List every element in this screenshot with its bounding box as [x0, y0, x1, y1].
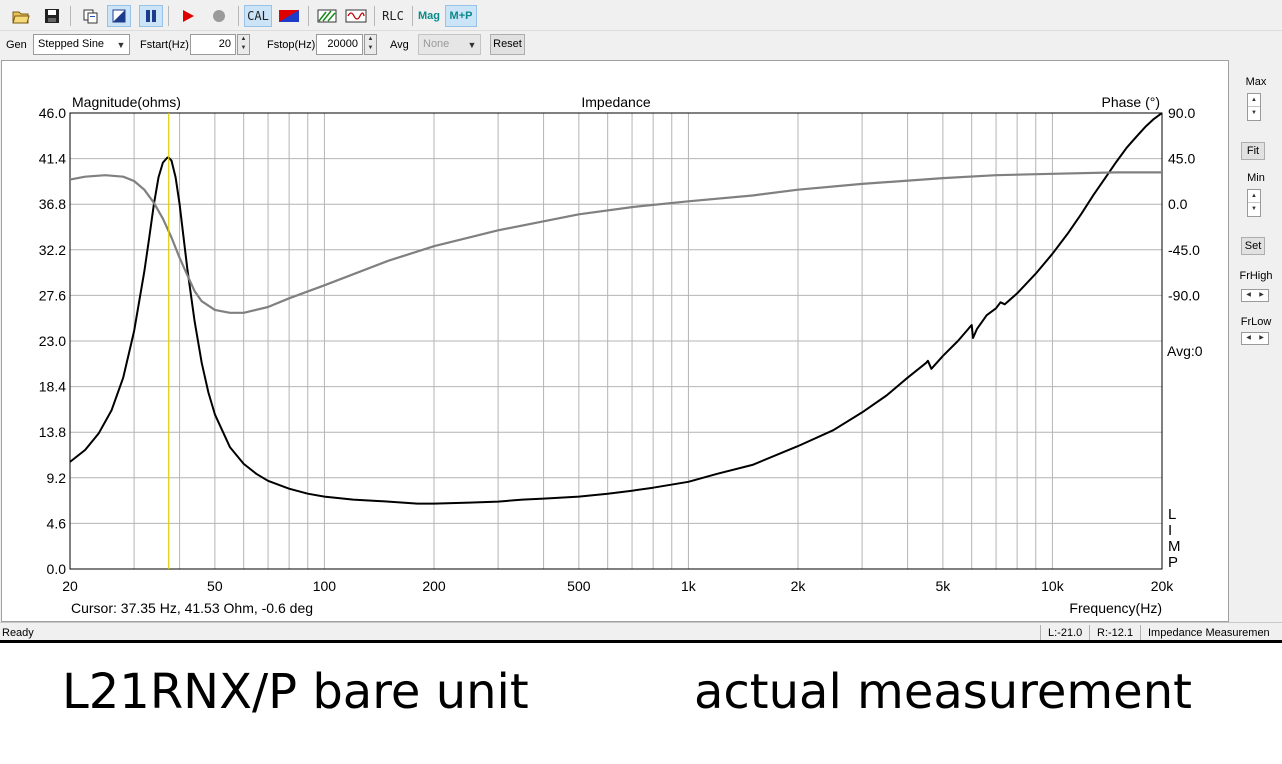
reset-button[interactable]: Reset [490, 34, 525, 55]
x-tick-label: 2k [791, 578, 807, 594]
y-tick-label: 9.2 [47, 470, 67, 486]
fstop-stepper[interactable]: ▲ ▼ [364, 34, 377, 55]
frlow-label: FrLow [1240, 316, 1272, 328]
frhigh-stepper[interactable]: ◀ ▶ [1241, 289, 1269, 302]
status-mode: Impedance Measuremen [1148, 627, 1270, 639]
color-icon[interactable] [275, 5, 303, 27]
y-tick-label: 32.2 [39, 242, 66, 258]
limp-letter: I [1168, 522, 1172, 539]
frlow-stepper[interactable]: ◀ ▶ [1241, 332, 1269, 345]
copy-icon[interactable] [78, 5, 102, 27]
chevron-down-icon: ▼ [116, 39, 126, 50]
min-stepper[interactable]: ▲ ▼ [1247, 189, 1261, 217]
impedance-chart[interactable]: 46.0 41.4 36.8 32.2 27.6 23.0 18.4 13.8 9.2 4.6 0.… [2, 61, 1228, 621]
fstop-input[interactable]: 20000 [316, 34, 363, 55]
avg-select[interactable]: None ▼ [418, 34, 481, 55]
status-bar: Ready L:-21.0 R:-12.1 Impedance Measurem… [0, 622, 1282, 642]
avg-label: Avg [390, 39, 409, 51]
gen-select[interactable]: Stepped Sine ▼ [33, 34, 130, 55]
wave-icon[interactable] [342, 5, 370, 27]
gen-value: Stepped Sine [38, 38, 105, 50]
fstart-stepper[interactable]: ▲ ▼ [237, 34, 250, 55]
y-tick-label: 0.0 [47, 561, 67, 577]
marker-icon[interactable] [107, 5, 131, 27]
cal-button[interactable]: CAL [244, 5, 272, 27]
x-tick-label: 20 [62, 578, 78, 594]
y-tick-label: 18.4 [39, 379, 66, 395]
y2-tick-label: 0.0 [1168, 196, 1188, 212]
x-axis-title: Frequency(Hz) [1069, 600, 1162, 616]
max-label: Max [1245, 76, 1267, 88]
gen-label: Gen [6, 39, 27, 51]
min-label: Min [1247, 172, 1265, 184]
x-tick-label: 200 [422, 578, 446, 594]
y2-tick-label: 90.0 [1168, 105, 1195, 121]
fstart-input[interactable]: 20 [190, 34, 236, 55]
rlc-label: RLC [382, 9, 404, 23]
x-tick-label: 50 [207, 578, 223, 594]
limp-letter: P [1168, 554, 1178, 571]
status-right-level: R:-12.1 [1097, 627, 1134, 639]
x-tick-label: 100 [313, 578, 337, 594]
set-button[interactable]: Set [1241, 237, 1265, 255]
x-tick-label: 10k [1041, 578, 1065, 594]
y-tick-label: 27.6 [39, 287, 66, 303]
y-tick-label: 41.4 [39, 151, 66, 167]
caption-left: L21RNX/P bare unit [62, 664, 529, 720]
y2-tick-label: 45.0 [1168, 151, 1195, 167]
caption-right: actual measurement [694, 664, 1192, 720]
save-icon[interactable] [40, 5, 64, 27]
avg-value: None [423, 38, 450, 50]
fit-button[interactable]: Fit [1241, 142, 1265, 160]
status-ready: Ready [2, 627, 34, 639]
y2-tick-label: -90.0 [1168, 287, 1200, 303]
open-icon[interactable] [9, 5, 33, 27]
mp-button[interactable]: M+P [445, 5, 477, 27]
y-tick-label: 46.0 [39, 105, 66, 121]
generator-bar: Gen Stepped Sine ▼ Fstart(Hz) 20 ▲ ▼ Fsto… [0, 31, 1282, 59]
x-tick-label: 500 [567, 578, 591, 594]
chevron-down-icon: ▼ [467, 39, 477, 50]
cal-label: CAL [247, 9, 269, 23]
status-left-level: L:-21.0 [1048, 627, 1083, 639]
limp-letter: M [1168, 538, 1181, 555]
play-icon[interactable] [176, 5, 200, 27]
divider [0, 640, 1282, 643]
fstart-label: Fstart(Hz) [140, 39, 189, 51]
y-tick-label: 23.0 [39, 333, 66, 349]
mp-label: M+P [449, 10, 473, 22]
cursor-readout: Cursor: 37.35 Hz, 41.53 Ohm, -0.6 deg [71, 600, 313, 616]
avg-indicator: Avg:0 [1167, 343, 1203, 359]
x-tick-label: 1k [681, 578, 697, 594]
max-stepper[interactable]: ▲ ▼ [1247, 93, 1261, 121]
mag-button[interactable]: Mag [414, 5, 444, 27]
pause-icon[interactable] [139, 5, 163, 27]
stop-icon[interactable] [207, 5, 231, 27]
x-tick-label: 5k [935, 578, 951, 594]
y2-axis-title: Phase (°) [1101, 94, 1160, 110]
y-tick-label: 36.8 [39, 196, 66, 212]
y-tick-label: 13.8 [39, 424, 66, 440]
app-window: CAL RLC Mag M+P Gen Stepped Sine ▼ Fstar… [0, 0, 1282, 643]
chart-title: Impedance [581, 94, 650, 110]
frhigh-label: FrHigh [1239, 270, 1273, 282]
mag-label: Mag [418, 10, 440, 22]
plot-area: 46.0 41.4 36.8 32.2 27.6 23.0 18.4 13.8 9.2 4.6 0.… [1, 60, 1229, 622]
rlc-button[interactable]: RLC [378, 5, 408, 27]
toolbar: CAL RLC Mag M+P [0, 0, 1282, 31]
y-tick-label: 4.6 [47, 515, 67, 531]
chart-icon[interactable] [314, 5, 340, 27]
limp-letter: L [1168, 506, 1176, 523]
y-axis-title: Magnitude(ohms) [72, 94, 181, 110]
fstop-label: Fstop(Hz) [267, 39, 316, 51]
x-tick-label: 20k [1151, 578, 1175, 594]
scale-panel: Max ▲ ▼ Fit Min ▲ ▼ Set FrHigh ◀ ▶ FrLow ◀ ▶ [1230, 60, 1282, 622]
y2-tick-label: -45.0 [1168, 242, 1200, 258]
